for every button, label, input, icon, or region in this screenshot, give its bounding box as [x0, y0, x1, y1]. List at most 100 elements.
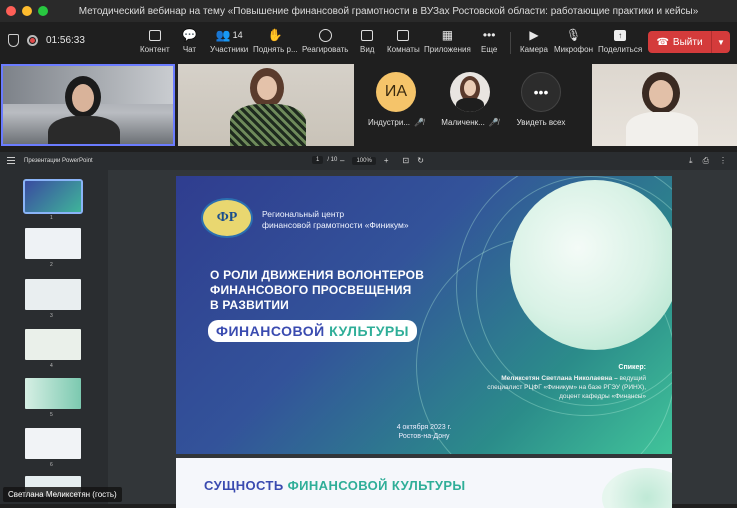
thumbnail-slide-4[interactable]	[25, 329, 81, 360]
thumbnail-number: 3	[50, 313, 53, 319]
more-button[interactable]: ••• Еще	[481, 27, 497, 54]
camera-icon: ▶	[529, 28, 539, 42]
participants-icon: 👥	[215, 28, 231, 42]
thumbnail-number: 4	[50, 363, 53, 369]
share-button[interactable]: ↑ Поделиться	[598, 27, 642, 54]
thumbnail-slide-5[interactable]	[25, 378, 81, 409]
speaker-info: Меликсетян Светлана Николаевна – ведущий…	[487, 375, 646, 400]
download-icon[interactable]: ⤓	[689, 156, 693, 166]
phone-hangup-icon: ☎	[656, 36, 669, 48]
more-vertical-icon[interactable]: ⋮	[719, 156, 727, 166]
page-indicator: 1 / 10	[312, 156, 337, 164]
chevron-down-icon[interactable]: ▼	[712, 38, 730, 47]
zoom-controls: – 100% + ⊡ ↻	[340, 156, 424, 165]
more-icon: •••	[482, 28, 496, 42]
document-title: Презентации PowerPoint	[24, 158, 93, 164]
speaker-label: Спикер:	[618, 364, 646, 371]
recording-icon[interactable]	[27, 35, 38, 46]
thumbnail-slide-1[interactable]	[23, 179, 83, 214]
thumbnail-slide-2[interactable]	[25, 228, 81, 259]
raise-hand-icon: ✋	[267, 28, 283, 42]
participant-tile-photo[interactable]: Маличенк... 🎤̸	[441, 64, 499, 146]
thumbnail-slide-6[interactable]	[25, 428, 81, 459]
view-button[interactable]: Вид	[360, 27, 374, 54]
react-button[interactable]: Реагировать	[302, 27, 348, 54]
see-all-participants-button[interactable]: ••• Увидеть всех	[510, 64, 572, 146]
share-content-icon	[148, 29, 161, 41]
apps-button[interactable]: ▦ Приложения	[424, 27, 471, 54]
print-icon[interactable]: ⎙	[703, 156, 709, 166]
slide-headline: О РОЛИ ДВИЖЕНИЯ ВОЛОНТЕРОВ ФИНАНСОВОГО П…	[210, 268, 425, 312]
menu-icon[interactable]	[7, 157, 15, 164]
leave-button-main[interactable]: ☎ Выйти	[648, 31, 712, 53]
camera-button[interactable]: ▶ Камера	[520, 27, 548, 54]
react-icon	[318, 28, 332, 42]
slide-date: 4 октября 2023 г. Ростов-на-Дону	[396, 424, 452, 440]
person-body	[626, 112, 698, 146]
rooms-button[interactable]: Комнаты	[387, 27, 420, 54]
view-icon	[361, 29, 374, 41]
close-window-button[interactable]	[6, 6, 16, 16]
meeting-toolbar: 01:56:33 Контент 💬 Чат 👥 14 Участники ✋ П…	[0, 22, 737, 62]
viewer-actions: ⤓ ⎙ ⋮	[689, 156, 727, 166]
person-body	[48, 116, 120, 144]
chat-icon: 💬	[182, 28, 197, 42]
rotate-icon[interactable]: ↻	[417, 156, 424, 165]
person-face	[464, 80, 476, 96]
video-tile-speaker[interactable]	[1, 64, 175, 146]
meeting-timer: 01:56:33	[46, 35, 85, 46]
thumbnail-sidebar: 1 2 3 4 5 6	[0, 170, 108, 504]
more-icon: •••	[521, 72, 561, 112]
decorative-blob	[602, 468, 672, 508]
raise-hand-button[interactable]: ✋ Поднять р...	[253, 27, 298, 54]
zoom-level[interactable]: 100%	[352, 156, 376, 165]
see-all-label: Увидеть всех	[516, 118, 566, 127]
chat-button[interactable]: 💬 Чат	[182, 27, 197, 54]
rooms-icon	[397, 29, 410, 41]
person-body	[456, 98, 484, 112]
maximize-window-button[interactable]	[38, 6, 48, 16]
microphone-button[interactable]: 🎙 Микрофон	[554, 27, 593, 54]
page-total: / 10	[327, 157, 338, 163]
person-face	[257, 76, 277, 100]
person-body	[230, 104, 306, 146]
thumbnail-number: 2	[50, 262, 53, 268]
zoom-in-icon[interactable]: +	[384, 156, 389, 165]
person-face	[72, 84, 94, 112]
leave-meeting-button[interactable]: ☎ Выйти ▼	[648, 31, 730, 53]
mic-muted-icon: 🎤̸	[414, 118, 424, 127]
slide-2-title: СУЩНОСТЬ ФИНАНСОВОЙ КУЛЬТУРЫ	[204, 478, 466, 493]
avatar: ИА	[376, 72, 416, 112]
participants-count: 14	[232, 30, 243, 40]
participant-name: Маличенк...	[441, 118, 485, 127]
thumbnail-number: 1	[50, 215, 53, 221]
person-face	[649, 80, 673, 108]
content-button[interactable]: Контент	[140, 27, 170, 54]
participant-tile-ia[interactable]: ИА Индустри... 🎤̸	[368, 64, 424, 146]
viewer-toolbar: Презентации PowerPoint 1 / 10 – 100% + ⊡…	[0, 152, 737, 170]
organization-name: Региональный центр финансовой грамотност…	[262, 209, 409, 230]
video-tile-participant-4[interactable]	[592, 64, 737, 146]
microphone-icon: 🎙	[565, 28, 582, 42]
shield-icon[interactable]	[8, 34, 19, 47]
zoom-out-icon[interactable]: –	[340, 156, 344, 165]
shared-screen-viewer: Презентации PowerPoint 1 / 10 – 100% + ⊡…	[0, 152, 737, 508]
meeting-status: 01:56:33	[8, 34, 85, 47]
page-input[interactable]: 1	[312, 156, 324, 164]
video-strip: ИА Индустри... 🎤̸ Маличенк... 🎤̸ ••• Уви…	[0, 62, 737, 148]
slide-1: ФР Региональный центр финансовой грамотн…	[176, 176, 672, 454]
decorative-circle	[510, 180, 672, 350]
minimize-window-button[interactable]	[22, 6, 32, 16]
fit-page-icon[interactable]: ⊡	[402, 156, 409, 165]
video-tile-participant-2[interactable]	[178, 64, 354, 146]
participants-button[interactable]: 👥 14 Участники	[210, 27, 248, 54]
thumbnail-number: 6	[50, 462, 53, 468]
thumbnail-slide-3[interactable]	[25, 279, 81, 310]
headline-highlight: ФИНАНСОВОЙ КУЛЬТУРЫ	[208, 320, 417, 342]
thumbnail-number: 5	[50, 412, 53, 418]
apps-icon: ▦	[441, 28, 454, 42]
mic-muted-icon: 🎤̸	[488, 118, 499, 127]
window-controls	[6, 6, 48, 16]
participant-name: Индустри...	[368, 118, 411, 127]
window-titlebar: Методический вебинар на тему «Повышение …	[0, 0, 737, 22]
